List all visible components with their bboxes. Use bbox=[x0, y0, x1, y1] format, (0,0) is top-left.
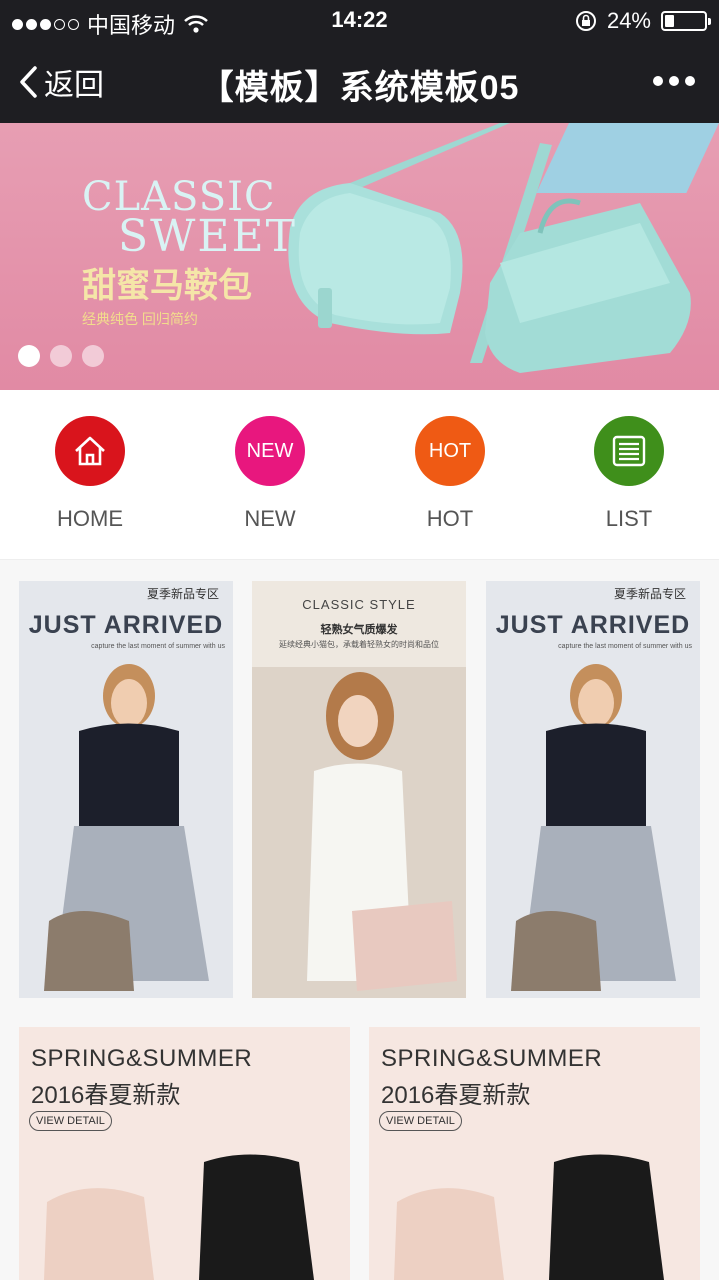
carousel-dot[interactable] bbox=[18, 345, 40, 367]
home-icon bbox=[55, 416, 125, 486]
battery-icon bbox=[661, 11, 711, 31]
banner-headline-2: SWEET bbox=[118, 211, 297, 262]
banner-carousel[interactable]: CLASSIC SWEET 甜蜜马鞍包 经典纯色 回归简约 bbox=[0, 123, 719, 390]
page-title: 【模板】系统模板05 bbox=[199, 69, 520, 107]
product-card-classic-style[interactable]: CLASSIC STYLE 轻熟女气质爆发 延续经典小猫包，承载着轻熟女的时尚和… bbox=[252, 581, 466, 998]
quick-nav-label: NEW bbox=[244, 506, 296, 531]
quick-nav-home[interactable]: HOME bbox=[30, 416, 150, 532]
carousel-dots[interactable] bbox=[18, 345, 104, 367]
status-right: 24% bbox=[575, 8, 711, 34]
list-icon bbox=[594, 416, 664, 486]
model-photo bbox=[307, 672, 457, 991]
nav-bar: 返回 【模板】系统模板05 bbox=[0, 40, 719, 123]
quick-nav-list[interactable]: LIST bbox=[569, 416, 689, 532]
product-card-spring-summer[interactable]: SPRING&SUMMER 2016春夏新款 VIEW DETAIL bbox=[369, 1027, 700, 1280]
model-photo bbox=[511, 664, 676, 991]
battery-level bbox=[665, 15, 675, 27]
carousel-dot[interactable] bbox=[50, 345, 72, 367]
bucket-bags-image bbox=[394, 1154, 664, 1280]
banner-text: CLASSIC SWEET 甜蜜马鞍包 经典纯色 回归简约 bbox=[82, 177, 297, 329]
banner-product-name: 甜蜜马鞍包 bbox=[82, 267, 252, 305]
quick-nav-new[interactable]: NEW NEW bbox=[210, 416, 330, 532]
quick-nav: HOME NEW NEW HOT HOT LIST bbox=[0, 390, 719, 560]
quick-nav-hot[interactable]: HOT HOT bbox=[390, 416, 510, 532]
product-card-just-arrived[interactable]: 夏季新品专区 JUST ARRIVED capture the last mom… bbox=[19, 581, 233, 998]
status-bar: 中国移动 14:22 24% bbox=[0, 0, 719, 40]
battery-percent: 24% bbox=[606, 8, 651, 33]
more-options-icon[interactable] bbox=[653, 76, 695, 86]
hot-badge-icon: HOT bbox=[415, 416, 485, 486]
quick-nav-label: LIST bbox=[605, 506, 653, 531]
rotation-lock-icon bbox=[575, 11, 596, 31]
new-badge-icon: NEW bbox=[235, 416, 305, 486]
quick-nav-label: HOT bbox=[426, 506, 474, 531]
product-card-spring-summer[interactable]: SPRING&SUMMER 2016春夏新款 VIEW DETAIL bbox=[19, 1027, 350, 1280]
banner-tagline: 经典纯色 回归简约 bbox=[82, 311, 198, 327]
model-photo bbox=[44, 664, 209, 991]
quick-nav-label: HOME bbox=[57, 506, 123, 531]
bucket-bags-image bbox=[44, 1154, 314, 1280]
product-card-just-arrived[interactable]: 夏季新品专区 JUST ARRIVED capture the last mom… bbox=[486, 581, 700, 998]
carousel-dot[interactable] bbox=[82, 345, 104, 367]
